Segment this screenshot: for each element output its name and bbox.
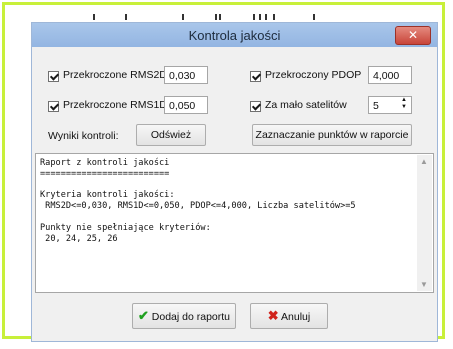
checkmark-icon: ✔: [137, 308, 149, 323]
rms1d-input[interactable]: 0,050: [164, 96, 208, 114]
satellites-stepper[interactable]: 5 ▲ ▼: [368, 96, 412, 114]
satellites-value: 5: [373, 100, 379, 112]
rms2d-label: Przekroczone RMS2D: [63, 69, 167, 81]
report-line: [40, 212, 356, 223]
top-decoration: [93, 14, 393, 20]
mark-points-button[interactable]: Zaznaczanie punktów w raporcie: [252, 124, 412, 146]
x-icon: ✖: [267, 308, 279, 323]
report-line: [40, 180, 356, 191]
pdop-input[interactable]: 4,000: [368, 66, 412, 84]
refresh-button[interactable]: Odśwież: [136, 124, 206, 146]
report-line: Kryteria kontroli jakości:: [40, 190, 175, 201]
report-text: Raport z kontroli jakości ===============…: [40, 158, 356, 244]
report-line: Raport z kontroli jakości: [40, 158, 170, 168]
satellites-label: Za mało satelitów: [265, 99, 347, 111]
rms1d-checkbox[interactable]: [48, 101, 59, 112]
report-line: =========================: [40, 168, 170, 179]
report-line: Punkty nie spełniające kryteriów:: [40, 222, 211, 233]
stepper-arrows-icon[interactable]: ▲ ▼: [398, 97, 410, 113]
report-line: 20, 24, 25, 26: [40, 233, 118, 244]
report-textarea[interactable]: Raport z kontroli jakości ===============…: [35, 153, 434, 293]
report-scrollbar[interactable]: ▲ ▼: [417, 155, 432, 291]
report-line: RMS2D<=0,030, RMS1D<=0,050, PDOP<=4,000,…: [40, 201, 356, 212]
rms2d-checkbox[interactable]: [48, 71, 59, 82]
close-button[interactable]: ✕: [395, 26, 431, 45]
scroll-up-icon[interactable]: ▲: [420, 157, 428, 166]
scroll-down-icon[interactable]: ▼: [420, 280, 428, 289]
title-bar: Kontrola jakości ✕: [32, 23, 437, 47]
rms1d-label: Przekroczone RMS1D: [63, 99, 167, 111]
pdop-checkbox[interactable]: [250, 71, 261, 82]
dialog-title: Kontrola jakości: [188, 28, 281, 43]
add-to-report-label: Dodaj do raportu: [151, 311, 231, 323]
add-to-report-button[interactable]: ✔ Dodaj do raportu: [132, 303, 236, 329]
results-label: Wyniki kontroli:: [48, 130, 119, 142]
cancel-label: Anuluj: [281, 311, 311, 323]
pdop-label: Przekroczony PDOP: [265, 69, 362, 81]
quality-control-dialog: Kontrola jakości ✕ Przekroczone RMS2D 0,…: [31, 22, 438, 342]
rms2d-input[interactable]: 0,030: [164, 66, 208, 84]
close-icon: ✕: [407, 28, 419, 42]
cancel-button[interactable]: ✖ Anuluj: [250, 303, 328, 329]
satellites-checkbox[interactable]: [250, 101, 261, 112]
